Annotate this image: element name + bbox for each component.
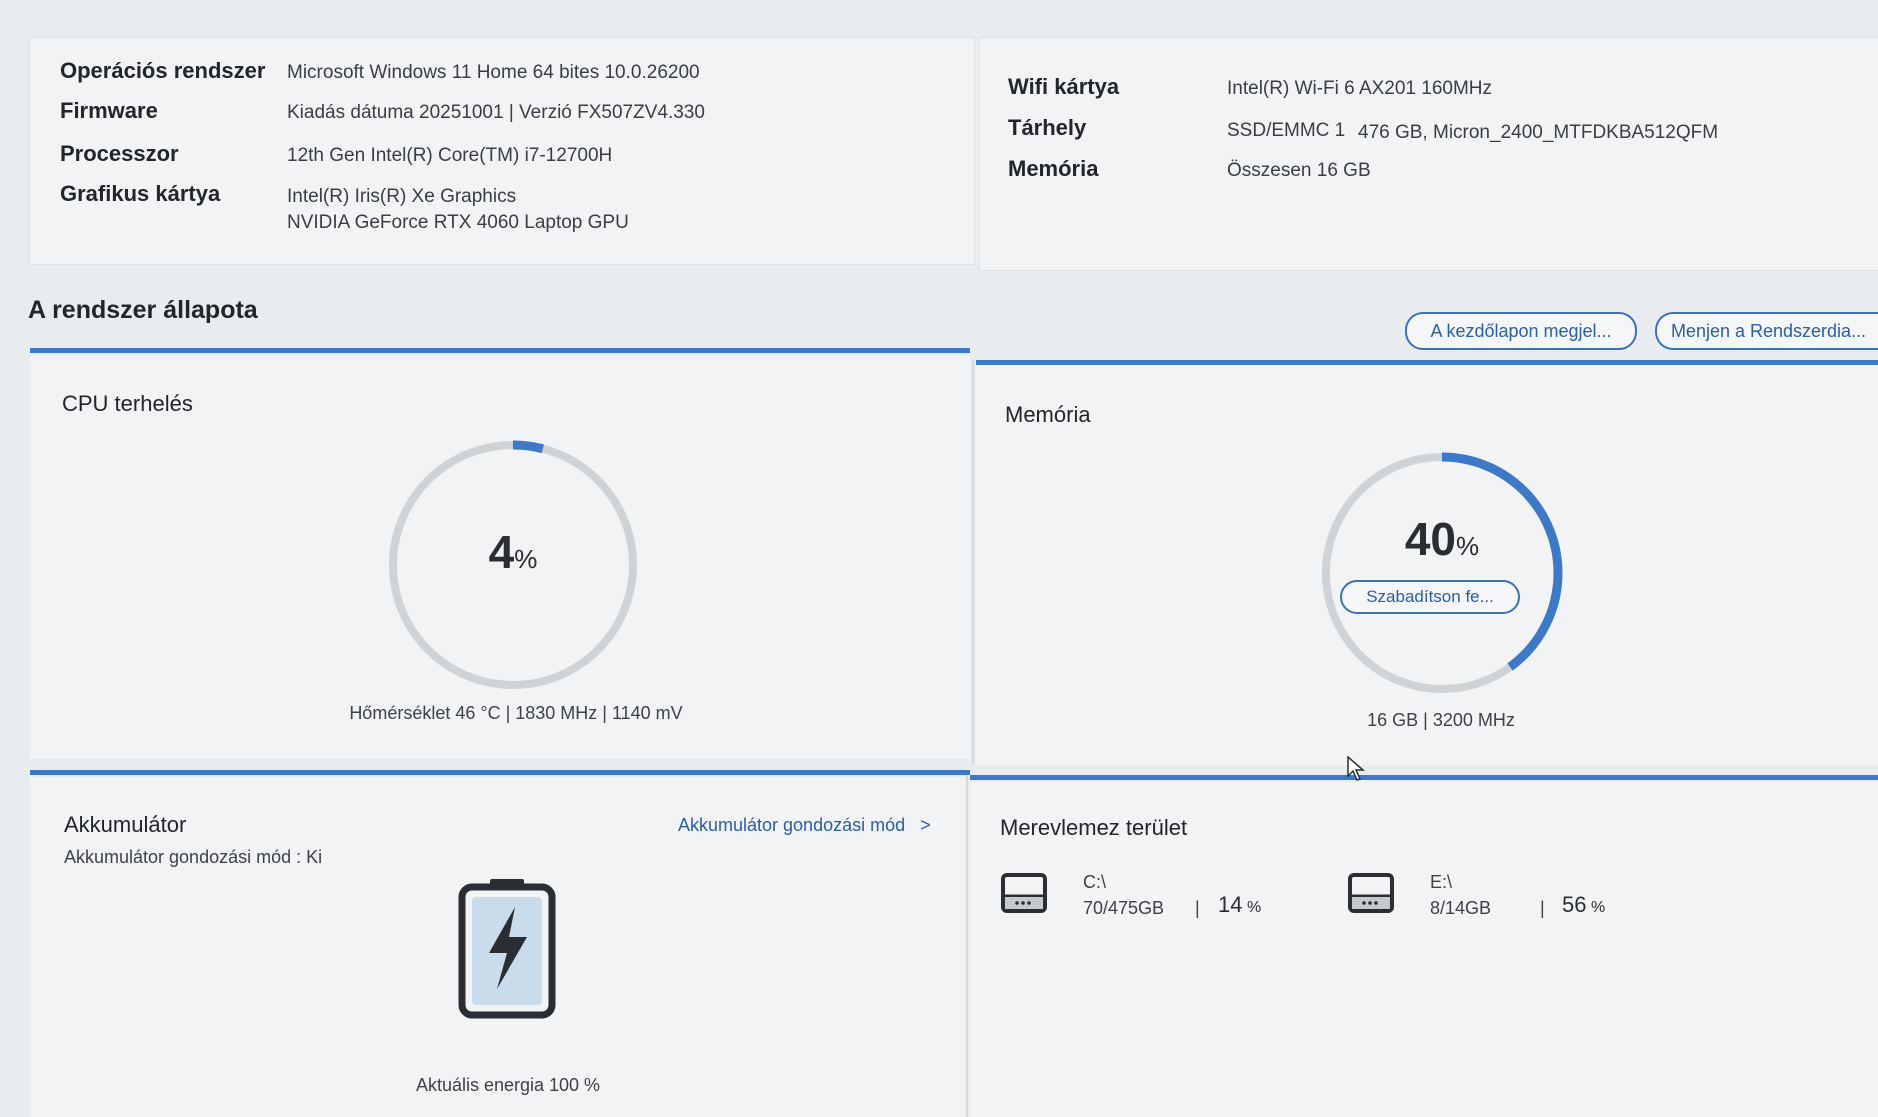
memory-value: 40 — [1404, 513, 1457, 565]
memory-details: 16 GB | 3200 MHz — [1367, 710, 1515, 730]
battery-care-link-label: Akkumulátor gondozási mód — [678, 815, 906, 835]
cpu-details: Hőmérséklet 46 °C | 1830 MHz | 1140 mV — [349, 703, 683, 723]
top-divider — [972, 360, 974, 765]
hard-drive-icon — [1348, 873, 1394, 913]
storage-label: Tárhely — [1008, 115, 1087, 140]
gpu-value-1: Intel(R) Iris(R) Xe Graphics — [287, 186, 517, 207]
chevron-right-icon: > — [920, 815, 931, 835]
free-memory-button[interactable]: Szabadítson fe... — [1340, 580, 1520, 614]
go-to-diagnostics-button[interactable]: Menjen a Rendszerdia... — [1655, 312, 1878, 350]
battery-card: Akkumulátor Akkumulátor gondozási mód > … — [30, 777, 966, 1117]
cpu-value-wrap: 4% — [380, 525, 646, 579]
disk-title: Merevlemez terület — [1000, 815, 1188, 840]
show-on-home-button[interactable]: A kezdőlapon megjel... — [1405, 312, 1637, 350]
system-info-right-panel: Wifi kártya Intel(R) Wi-Fi 6 AX201 160MH… — [980, 38, 1878, 270]
battery-charging-icon — [458, 879, 556, 1019]
disk-c-separator: | — [1195, 898, 1200, 918]
os-value: Microsoft Windows 11 Home 64 bites 10.0.… — [287, 62, 700, 83]
storage-value-detail: 476 GB, Micron_2400_MTFDKBA512QFM — [1358, 122, 1719, 143]
memory-ring-gauge — [1321, 452, 1563, 694]
memory-card: Memória 40% Szabadítson fe... 16 GB | 32… — [976, 365, 1878, 765]
firmware-label: Firmware — [60, 98, 158, 123]
cpu-accent-bar — [30, 348, 970, 353]
disk-e-separator: | — [1540, 898, 1545, 918]
disk-e-unit: % — [1590, 899, 1606, 916]
disk-accent-bar — [970, 775, 1878, 780]
firmware-value: Kiadás dátuma 20251001 | Verzió FX507ZV4… — [287, 102, 705, 123]
memory-unit: % — [1456, 531, 1480, 561]
disk-c-percent-wrap: 14 % — [1218, 892, 1261, 918]
disk-e-percent: 56 — [1562, 892, 1587, 917]
gpu-label: Grafikus kártya — [60, 181, 221, 206]
memory-title: Memória — [1005, 402, 1091, 427]
cpu-value: 4 — [488, 526, 515, 578]
memory-label: Memória — [1008, 156, 1099, 181]
disk-c-unit: % — [1246, 899, 1262, 916]
system-info-left-panel: Operációs rendszer Microsoft Windows 11 … — [30, 38, 974, 264]
system-status-title: A rendszer állapota — [28, 296, 258, 324]
disk-card: Merevlemez terület C:\ 70/475GB | 14 % E… — [970, 782, 1878, 1117]
hard-drive-icon — [1001, 873, 1047, 913]
processor-label: Processzor — [60, 141, 179, 166]
disk-e-name: E:\ — [1430, 872, 1453, 892]
memory-value: Összesen 16 GB — [1227, 160, 1371, 181]
mouse-cursor-icon — [1347, 756, 1365, 781]
battery-care-link[interactable]: Akkumulátor gondozási mód > — [678, 815, 931, 836]
storage-value-type: SSD/EMMC 1 — [1227, 120, 1346, 141]
wifi-label: Wifi kártya — [1008, 74, 1120, 99]
battery-accent-bar — [30, 770, 970, 775]
disk-c-usage: 70/475GB — [1083, 898, 1165, 918]
disk-e-percent-wrap: 56 % — [1562, 892, 1605, 918]
battery-energy: Aktuális energia 100 % — [415, 1075, 601, 1095]
bottom-divider — [966, 775, 968, 1117]
cpu-title: CPU terhelés — [62, 391, 193, 416]
cpu-card: CPU terhelés 4% Hőmérséklet 46 °C | 1830… — [30, 355, 970, 759]
memory-value-wrap: 40% — [1312, 512, 1572, 566]
disk-c-name: C:\ — [1083, 872, 1107, 892]
os-label: Operációs rendszer — [60, 58, 266, 83]
cpu-unit: % — [514, 544, 538, 574]
battery-title: Akkumulátor — [64, 812, 187, 837]
disk-c-percent: 14 — [1218, 892, 1243, 917]
wifi-value: Intel(R) Wi-Fi 6 AX201 160MHz — [1227, 78, 1493, 99]
gpu-value-2: NVIDIA GeForce RTX 4060 Laptop GPU — [287, 212, 629, 233]
disk-e-usage: 8/14GB — [1430, 898, 1492, 918]
processor-value: 12th Gen Intel(R) Core(TM) i7-12700H — [287, 145, 613, 166]
battery-care-status: Akkumulátor gondozási mód : Ki — [64, 847, 323, 867]
